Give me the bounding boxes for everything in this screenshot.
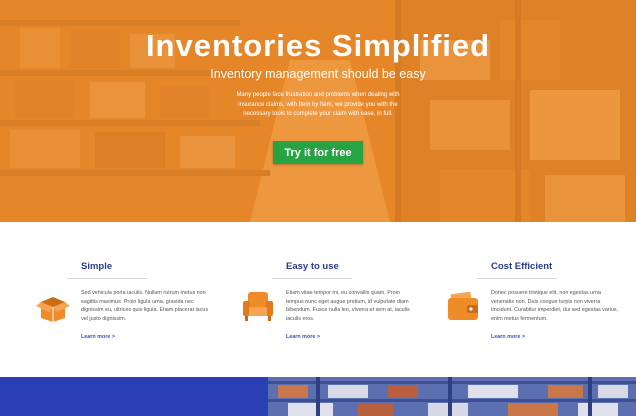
feature-description: Donec posuere tristique elit, non egesta… — [491, 290, 619, 322]
learn-more-link[interactable]: Learn more > — [81, 334, 115, 340]
feature-title: Simple — [81, 261, 113, 272]
hero-description: Many people face frustration and problem… — [236, 92, 400, 117]
hero-title: Inventories Simplified — [145, 28, 491, 63]
learn-more-link[interactable]: Learn more > — [286, 334, 320, 340]
footer-warehouse-image — [268, 377, 636, 416]
hero-subtitle: Inventory management should be easy — [210, 67, 426, 81]
hero-section: Inventories Simplified Inventory managem… — [0, 0, 636, 222]
try-free-button[interactable]: Try it for free — [273, 141, 363, 164]
wallet-icon — [448, 291, 478, 320]
footer-blue-panel — [0, 377, 268, 416]
open-box-icon — [36, 297, 70, 322]
feature-divider — [67, 278, 147, 279]
feature-title: Easy to use — [286, 261, 339, 272]
feature-description: Sed vehicula porta iaculis. Nullam rutru… — [81, 290, 209, 322]
feature-divider — [477, 278, 557, 279]
feature-cost-efficient: Cost Efficient Donec posuere tristique e… — [448, 222, 636, 377]
learn-more-link[interactable]: Learn more > — [491, 334, 525, 340]
feature-easy-to-use: Easy to use Etiam vitae tempor mi, eu co… — [243, 222, 466, 377]
feature-title: Cost Efficient — [491, 261, 553, 272]
feature-simple: Simple Sed vehicula porta iaculis. Nulla… — [36, 222, 261, 377]
feature-divider — [272, 278, 352, 279]
warehouse-shelves-image — [268, 377, 636, 416]
armchair-icon — [243, 292, 273, 321]
feature-description: Etiam vitae tempor mi, eu convallis quam… — [286, 290, 410, 322]
features-section: Simple Sed vehicula porta iaculis. Nulla… — [0, 222, 636, 377]
